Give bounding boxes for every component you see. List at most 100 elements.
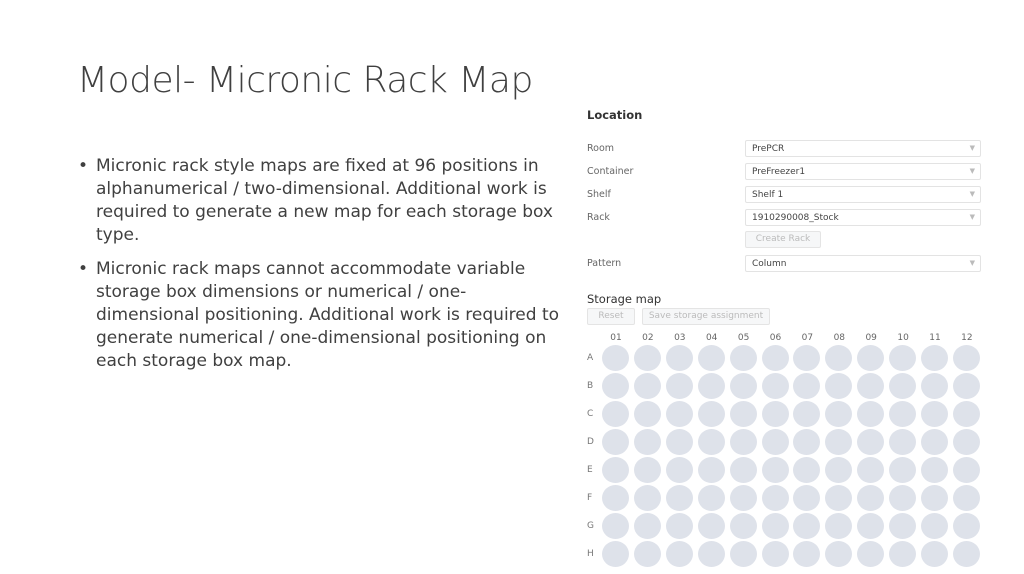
well-H07[interactable] [793, 541, 821, 567]
well-C02[interactable] [633, 401, 661, 427]
well-B05[interactable] [729, 373, 757, 399]
well-D10[interactable] [889, 429, 917, 455]
well-B11[interactable] [921, 373, 948, 399]
well-A01[interactable] [602, 345, 629, 371]
well-D08[interactable] [825, 429, 853, 455]
well-F01[interactable] [602, 485, 629, 511]
well-B02[interactable] [633, 373, 661, 399]
well-H01[interactable] [602, 541, 629, 567]
well-F08[interactable] [825, 485, 853, 511]
well-C05[interactable] [729, 401, 757, 427]
well-A04[interactable] [697, 345, 725, 371]
well-B01[interactable] [602, 373, 629, 399]
well-E07[interactable] [793, 457, 821, 483]
well-C03[interactable] [665, 401, 693, 427]
well-F04[interactable] [697, 485, 725, 511]
well-C09[interactable] [857, 401, 885, 427]
well-E02[interactable] [633, 457, 661, 483]
well-F07[interactable] [793, 485, 821, 511]
shelf-select[interactable]: Shelf 1 ▼ [745, 186, 981, 203]
well-C01[interactable] [602, 401, 629, 427]
well-F09[interactable] [857, 485, 885, 511]
well-D12[interactable] [952, 429, 980, 455]
well-H10[interactable] [889, 541, 917, 567]
well-F11[interactable] [921, 485, 948, 511]
save-storage-assignment-button[interactable]: Save storage assignment [642, 308, 770, 325]
well-C06[interactable] [761, 401, 789, 427]
well-G12[interactable] [952, 513, 980, 539]
well-D06[interactable] [761, 429, 789, 455]
rack-select[interactable]: 1910290008_Stock ▼ [745, 209, 981, 226]
well-G08[interactable] [825, 513, 853, 539]
well-E12[interactable] [952, 457, 980, 483]
well-E03[interactable] [665, 457, 693, 483]
well-B03[interactable] [665, 373, 693, 399]
well-C04[interactable] [697, 401, 725, 427]
well-G11[interactable] [921, 513, 948, 539]
well-D01[interactable] [602, 429, 629, 455]
well-H12[interactable] [952, 541, 980, 567]
well-A02[interactable] [633, 345, 661, 371]
well-C08[interactable] [825, 401, 853, 427]
well-C10[interactable] [889, 401, 917, 427]
well-B07[interactable] [793, 373, 821, 399]
well-G01[interactable] [602, 513, 629, 539]
well-A11[interactable] [921, 345, 948, 371]
well-C07[interactable] [793, 401, 821, 427]
well-D07[interactable] [793, 429, 821, 455]
well-H03[interactable] [665, 541, 693, 567]
well-E11[interactable] [921, 457, 948, 483]
well-B04[interactable] [697, 373, 725, 399]
well-F03[interactable] [665, 485, 693, 511]
well-B06[interactable] [761, 373, 789, 399]
well-H11[interactable] [921, 541, 948, 567]
well-A08[interactable] [825, 345, 853, 371]
well-G06[interactable] [761, 513, 789, 539]
well-A06[interactable] [761, 345, 789, 371]
well-C12[interactable] [952, 401, 980, 427]
well-F05[interactable] [729, 485, 757, 511]
room-select[interactable]: PrePCR ▼ [745, 140, 981, 157]
well-E09[interactable] [857, 457, 885, 483]
well-E01[interactable] [602, 457, 629, 483]
well-H04[interactable] [697, 541, 725, 567]
well-D11[interactable] [921, 429, 948, 455]
well-D02[interactable] [633, 429, 661, 455]
well-E06[interactable] [761, 457, 789, 483]
well-F12[interactable] [952, 485, 980, 511]
well-G07[interactable] [793, 513, 821, 539]
well-A12[interactable] [952, 345, 980, 371]
reset-button[interactable]: Reset [587, 308, 635, 325]
well-G02[interactable] [633, 513, 661, 539]
well-G10[interactable] [889, 513, 917, 539]
well-E04[interactable] [697, 457, 725, 483]
well-B10[interactable] [889, 373, 917, 399]
well-G03[interactable] [665, 513, 693, 539]
well-C11[interactable] [921, 401, 948, 427]
well-H05[interactable] [729, 541, 757, 567]
well-A09[interactable] [857, 345, 885, 371]
well-G05[interactable] [729, 513, 757, 539]
well-H02[interactable] [633, 541, 661, 567]
create-rack-button[interactable]: Create Rack [745, 231, 821, 248]
well-A03[interactable] [665, 345, 693, 371]
well-D05[interactable] [729, 429, 757, 455]
container-select[interactable]: PreFreezer1 ▼ [745, 163, 981, 180]
well-A10[interactable] [889, 345, 917, 371]
well-F02[interactable] [633, 485, 661, 511]
well-E05[interactable] [729, 457, 757, 483]
well-E10[interactable] [889, 457, 917, 483]
well-B12[interactable] [952, 373, 980, 399]
well-G09[interactable] [857, 513, 885, 539]
well-D03[interactable] [665, 429, 693, 455]
well-D04[interactable] [697, 429, 725, 455]
well-H09[interactable] [857, 541, 885, 567]
well-A07[interactable] [793, 345, 821, 371]
well-F10[interactable] [889, 485, 917, 511]
well-F06[interactable] [761, 485, 789, 511]
well-D09[interactable] [857, 429, 885, 455]
well-A05[interactable] [729, 345, 757, 371]
pattern-select[interactable]: Column ▼ [745, 255, 981, 272]
well-G04[interactable] [697, 513, 725, 539]
well-H08[interactable] [825, 541, 853, 567]
